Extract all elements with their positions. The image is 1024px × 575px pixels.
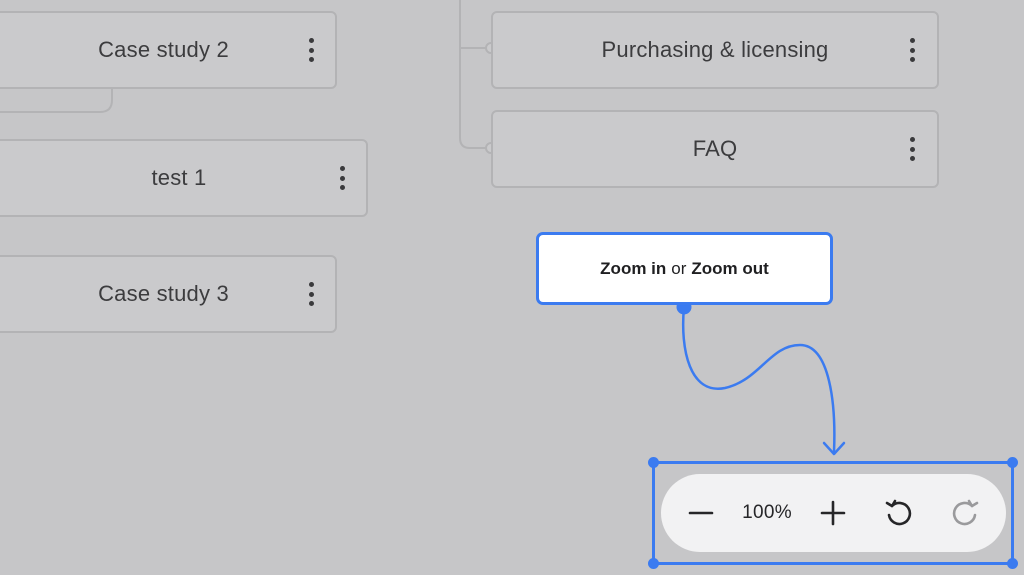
node-label: test 1	[151, 165, 207, 190]
plus-icon	[820, 500, 846, 526]
callout-or-text: or	[671, 258, 687, 278]
undo-button[interactable]	[881, 495, 917, 531]
frame-handle-top-left	[648, 457, 659, 468]
more-options-icon[interactable]	[301, 280, 321, 308]
tutorial-callout: Zoom in or Zoom out	[536, 232, 833, 305]
zoom-level: 100%	[742, 502, 792, 523]
node-label: Case study 3	[98, 281, 229, 306]
more-options-icon[interactable]	[332, 164, 352, 192]
node-label: Case study 2	[98, 37, 229, 62]
sitemap-node-test-1[interactable]: test 1	[0, 139, 368, 217]
more-options-icon[interactable]	[301, 36, 321, 64]
more-options-icon[interactable]	[902, 36, 922, 64]
node-label: Purchasing & licensing	[601, 37, 829, 62]
sitemap-node-case-study-2[interactable]: Case study 2	[0, 11, 337, 89]
more-options-icon[interactable]	[902, 135, 922, 163]
zoom-toolbar: 100%	[661, 474, 1006, 552]
sitemap-node-purchasing-licensing[interactable]: Purchasing & licensing	[491, 11, 939, 89]
frame-handle-bottom-left	[648, 558, 659, 569]
frame-handle-top-right	[1007, 457, 1018, 468]
zoom-out-button[interactable]	[683, 495, 719, 531]
node-label: FAQ	[692, 136, 738, 161]
undo-icon	[885, 499, 912, 526]
sitemap-node-case-study-3[interactable]: Case study 3	[0, 255, 337, 333]
redo-icon	[952, 499, 979, 526]
zoom-in-button[interactable]	[815, 495, 851, 531]
redo-button[interactable]	[947, 495, 983, 531]
sitemap-canvas[interactable]: Case study 2 test 1 Case study 3 Purchas…	[0, 0, 1024, 575]
sitemap-node-faq[interactable]: FAQ	[491, 110, 939, 188]
callout-zoom-out-text: Zoom out	[691, 258, 769, 278]
minus-icon	[688, 511, 714, 515]
callout-zoom-in-text: Zoom in	[600, 258, 667, 278]
frame-handle-bottom-right	[1007, 558, 1018, 569]
